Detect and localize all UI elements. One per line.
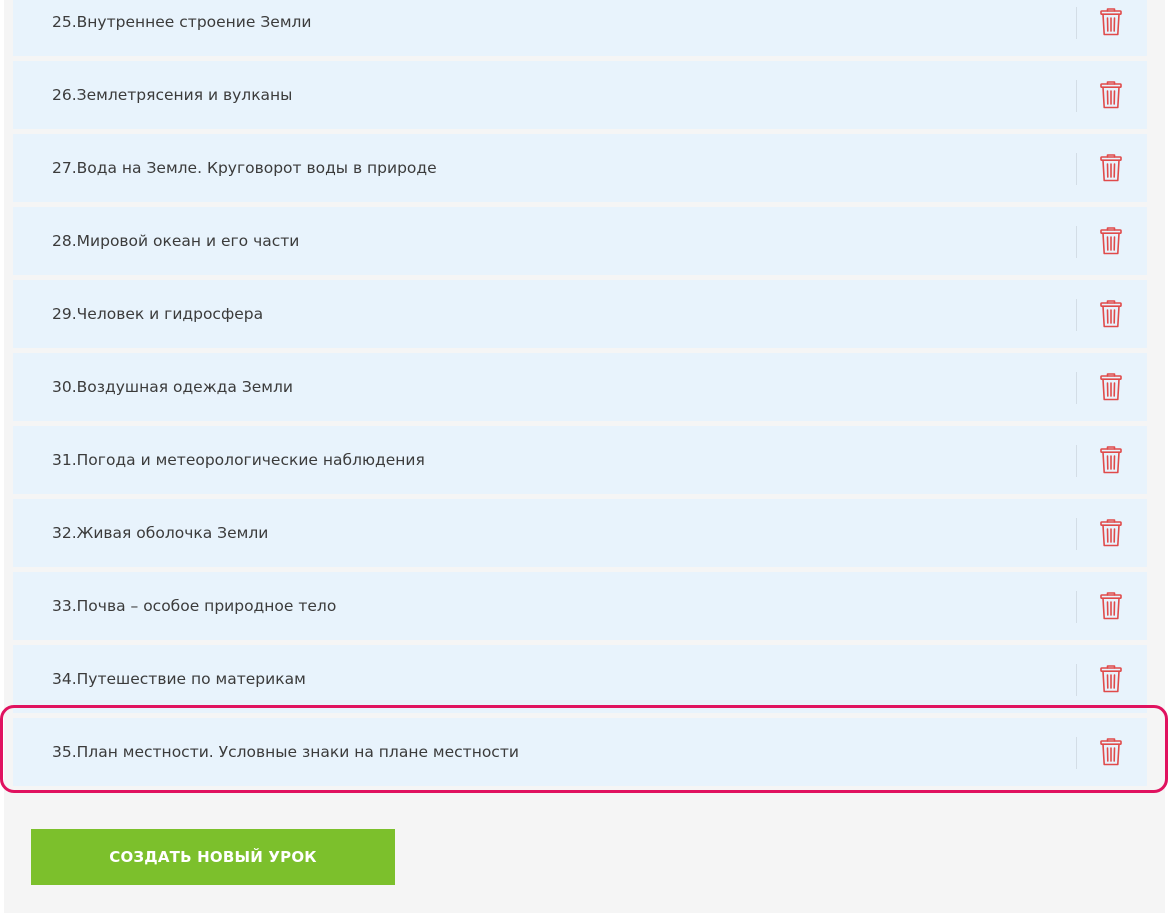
trash-icon[interactable] bbox=[1096, 152, 1126, 184]
lesson-number: 25. bbox=[52, 13, 77, 31]
lesson-row[interactable]: 29.Человек и гидросфера bbox=[13, 280, 1147, 348]
row-divider bbox=[1076, 591, 1077, 623]
lesson-number: 33. bbox=[52, 597, 77, 615]
lesson-title[interactable]: 32.Живая оболочка Земли bbox=[52, 499, 268, 567]
row-divider bbox=[1076, 737, 1077, 769]
lesson-list: 25.Внутреннее строение Земли 26.Землетря… bbox=[13, 0, 1147, 791]
trash-icon[interactable] bbox=[1096, 517, 1126, 549]
row-divider bbox=[1076, 226, 1077, 258]
lesson-row[interactable]: 34.Путешествие по материкам bbox=[13, 645, 1147, 713]
lesson-row[interactable]: 25.Внутреннее строение Земли bbox=[13, 0, 1147, 56]
trash-icon[interactable] bbox=[1096, 663, 1126, 695]
lesson-number: 27. bbox=[52, 159, 77, 177]
lesson-row[interactable]: 27.Вода на Земле. Круговорот воды в прир… bbox=[13, 134, 1147, 202]
lesson-row[interactable]: 30.Воздушная одежда Земли bbox=[13, 353, 1147, 421]
lesson-title[interactable]: 29.Человек и гидросфера bbox=[52, 280, 263, 348]
lesson-number: 30. bbox=[52, 378, 77, 396]
row-divider bbox=[1076, 153, 1077, 185]
lesson-title-text: План местности. Условные знаки на плане … bbox=[76, 743, 519, 761]
lesson-title[interactable]: 26.Землетрясения и вулканы bbox=[52, 61, 292, 129]
trash-icon[interactable] bbox=[1096, 371, 1126, 403]
lesson-row[interactable]: 35.План местности. Условные знаки на пла… bbox=[13, 718, 1147, 786]
trash-icon[interactable] bbox=[1096, 736, 1126, 768]
lesson-title-text: Путешествие по материкам bbox=[76, 670, 306, 688]
lesson-number: 32. bbox=[52, 524, 77, 542]
lesson-row[interactable]: 28.Мировой океан и его части bbox=[13, 207, 1147, 275]
row-divider bbox=[1076, 445, 1077, 477]
lesson-number: 31. bbox=[52, 451, 77, 469]
row-divider bbox=[1076, 80, 1077, 112]
lesson-title-text: Живая оболочка Земли bbox=[76, 524, 269, 542]
lesson-title-text: Мировой океан и его части bbox=[76, 232, 300, 250]
lesson-title-text: Человек и гидросфера bbox=[76, 305, 264, 323]
lesson-row[interactable]: 26.Землетрясения и вулканы bbox=[13, 61, 1147, 129]
row-divider bbox=[1076, 299, 1077, 331]
lesson-title[interactable]: 25.Внутреннее строение Земли bbox=[52, 0, 312, 56]
lesson-number: 29. bbox=[52, 305, 77, 323]
row-divider bbox=[1076, 372, 1077, 404]
trash-icon[interactable] bbox=[1096, 444, 1126, 476]
lesson-title-text: Почва – особое природное тело bbox=[76, 597, 337, 615]
lesson-title-text: Погода и метеорологические наблюдения bbox=[76, 451, 425, 469]
lesson-number: 34. bbox=[52, 670, 77, 688]
row-divider bbox=[1076, 664, 1077, 696]
lesson-title[interactable]: 35.План местности. Условные знаки на пла… bbox=[52, 718, 519, 786]
trash-icon[interactable] bbox=[1096, 225, 1126, 257]
trash-icon[interactable] bbox=[1096, 298, 1126, 330]
trash-icon[interactable] bbox=[1096, 79, 1126, 111]
lesson-row[interactable]: 32.Живая оболочка Земли bbox=[13, 499, 1147, 567]
lesson-title[interactable]: 28.Мировой океан и его части bbox=[52, 207, 299, 275]
lesson-title-text: Воздушная одежда Земли bbox=[76, 378, 293, 396]
lesson-title-text: Вода на Земле. Круговорот воды в природе bbox=[76, 159, 437, 177]
lesson-number: 26. bbox=[52, 86, 77, 104]
create-new-lesson-button[interactable]: СОЗДАТЬ НОВЫЙ УРОК bbox=[31, 829, 395, 885]
lesson-title[interactable]: 31.Погода и метеорологические наблюдения bbox=[52, 426, 425, 494]
lesson-title[interactable]: 27.Вода на Земле. Круговорот воды в прир… bbox=[52, 134, 437, 202]
lesson-title[interactable]: 34.Путешествие по материкам bbox=[52, 645, 306, 713]
lesson-row[interactable]: 31.Погода и метеорологические наблюдения bbox=[13, 426, 1147, 494]
lesson-row[interactable]: 33.Почва – особое природное тело bbox=[13, 572, 1147, 640]
lesson-title-text: Землетрясения и вулканы bbox=[76, 86, 293, 104]
trash-icon[interactable] bbox=[1096, 6, 1126, 38]
row-divider bbox=[1076, 7, 1077, 39]
row-divider bbox=[1076, 518, 1077, 550]
lesson-title[interactable]: 33.Почва – особое природное тело bbox=[52, 572, 336, 640]
trash-icon[interactable] bbox=[1096, 590, 1126, 622]
lesson-title-text: Внутреннее строение Земли bbox=[76, 13, 312, 31]
lesson-number: 28. bbox=[52, 232, 77, 250]
lesson-number: 35. bbox=[52, 743, 77, 761]
lesson-title[interactable]: 30.Воздушная одежда Земли bbox=[52, 353, 293, 421]
